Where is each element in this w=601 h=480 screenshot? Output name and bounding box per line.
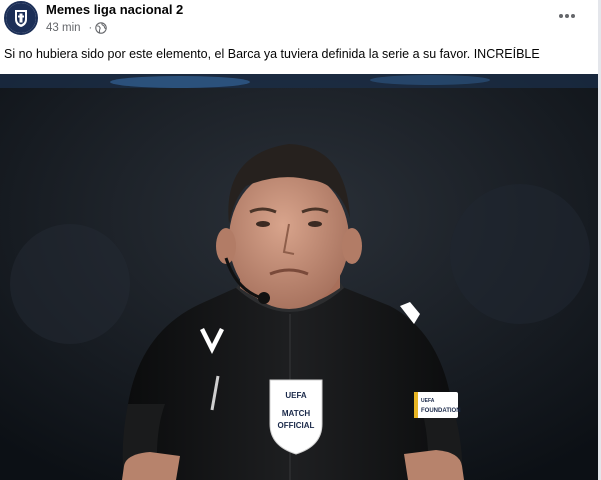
more-options-button[interactable] xyxy=(554,6,580,26)
more-options-icon xyxy=(559,14,575,18)
club-crest-icon xyxy=(6,3,36,33)
foundation-patch: UEFA FOUNDATION xyxy=(414,392,461,418)
globe-icon xyxy=(95,22,107,34)
post-photo[interactable]: UEFA MATCH OFFICIAL UEFA FOUNDATION xyxy=(0,74,598,480)
badge-top-text: UEFA xyxy=(285,391,307,400)
facebook-post: Memes liga nacional 2 43 min · Si no hub… xyxy=(0,0,601,480)
badge-bottom-text: OFFICIAL xyxy=(278,421,315,430)
post-timestamp[interactable]: 43 min xyxy=(46,22,81,34)
referee-face xyxy=(229,169,349,309)
match-official-badge: UEFA MATCH OFFICIAL xyxy=(269,379,323,455)
meta-separator: · xyxy=(88,22,93,34)
patch-small-text: UEFA xyxy=(421,398,435,404)
post-header: Memes liga nacional 2 43 min · xyxy=(0,0,601,40)
post-meta: 43 min · xyxy=(46,21,107,35)
post-caption: Si no hubiera sido por este elemento, el… xyxy=(4,47,540,61)
badge-middle-text: MATCH xyxy=(282,409,311,418)
page-avatar[interactable] xyxy=(4,1,38,35)
page-name-link[interactable]: Memes liga nacional 2 xyxy=(46,2,183,17)
patch-text: FOUNDATION xyxy=(421,408,461,414)
referee-photo: UEFA MATCH OFFICIAL UEFA FOUNDATION xyxy=(0,74,598,480)
